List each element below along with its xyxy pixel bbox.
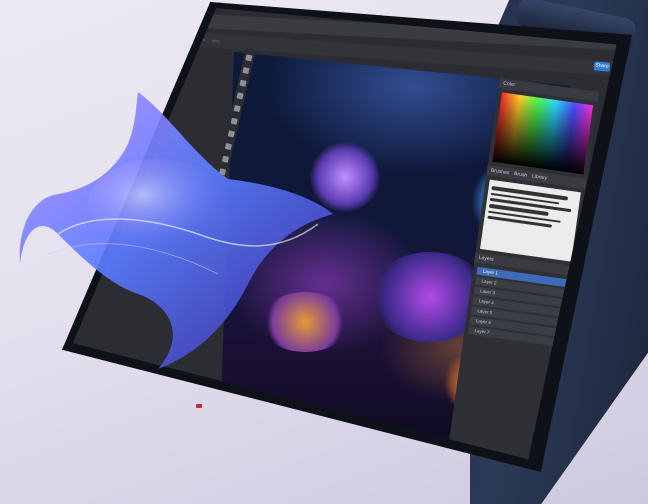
tab-brushes[interactable]: Brushes (491, 168, 510, 176)
brush-presets[interactable] (480, 179, 581, 262)
marquee-tool-icon[interactable] (242, 66, 250, 75)
tab-color[interactable]: Color (503, 81, 516, 89)
tab-layers[interactable]: Layers (478, 255, 494, 263)
tab-swatches[interactable] (520, 83, 521, 89)
manta-ray-artwork (19, 92, 333, 369)
tab-brush[interactable]: Brush (514, 171, 528, 179)
option-chip[interactable] (211, 39, 220, 43)
tab-library[interactable]: Library (532, 173, 548, 181)
product-photo: Share Color Brushes Brush Library Layers… (0, 0, 648, 504)
side-indicator (196, 404, 202, 408)
layers-list: Layer 1 Layer 2 Layer 3 Layer 4 Layer 5 … (468, 266, 569, 347)
move-tool-icon[interactable] (245, 54, 253, 62)
color-picker[interactable] (492, 92, 594, 175)
share-button[interactable]: Share (593, 61, 611, 72)
